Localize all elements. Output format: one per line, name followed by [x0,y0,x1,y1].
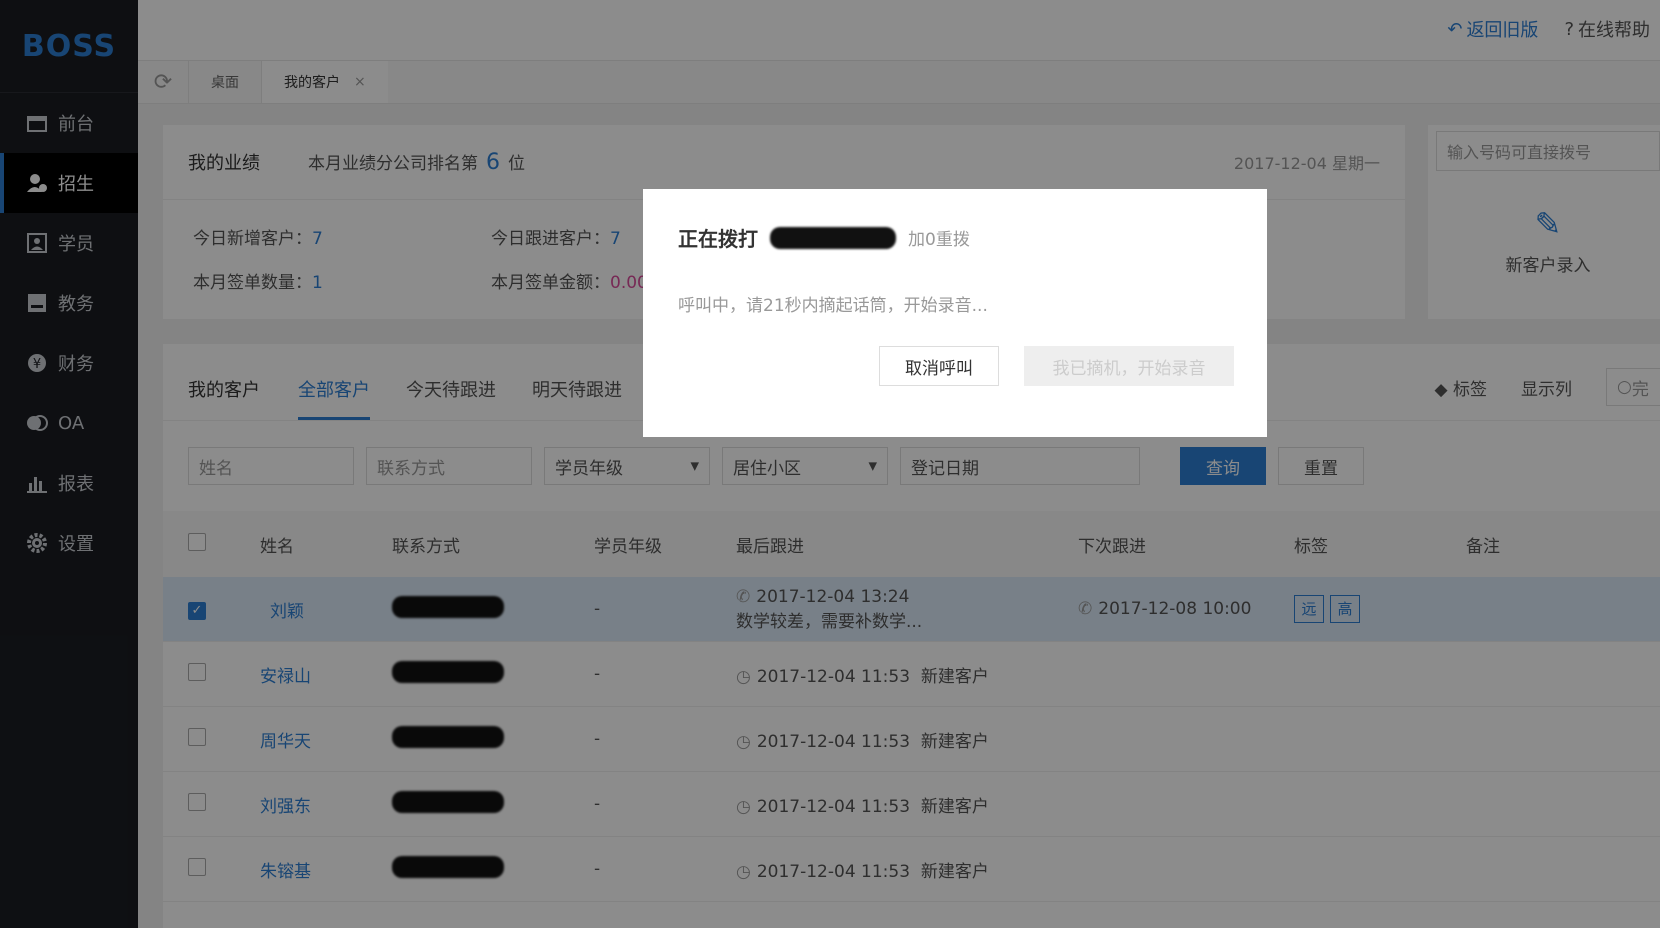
calling-dialog: 正在拨打 加0重拨 呼叫中，请21秒内摘起话筒，开始录音... 取消呼叫 我已摘… [643,189,1267,437]
start-recording-button[interactable]: 我已摘机，开始录音 [1024,346,1234,386]
dialog-title: 正在拨打 [678,227,758,251]
redial-with-zero-link[interactable]: 加0重拨 [908,225,970,250]
modal-overlay [0,0,1660,928]
cancel-call-button[interactable]: 取消呼叫 [879,346,999,386]
calling-message: 呼叫中，请21秒内摘起话筒，开始录音... [678,296,988,316]
dialog-title-row: 正在拨打 加0重拨 [678,223,970,252]
redacted-phone [770,226,896,249]
